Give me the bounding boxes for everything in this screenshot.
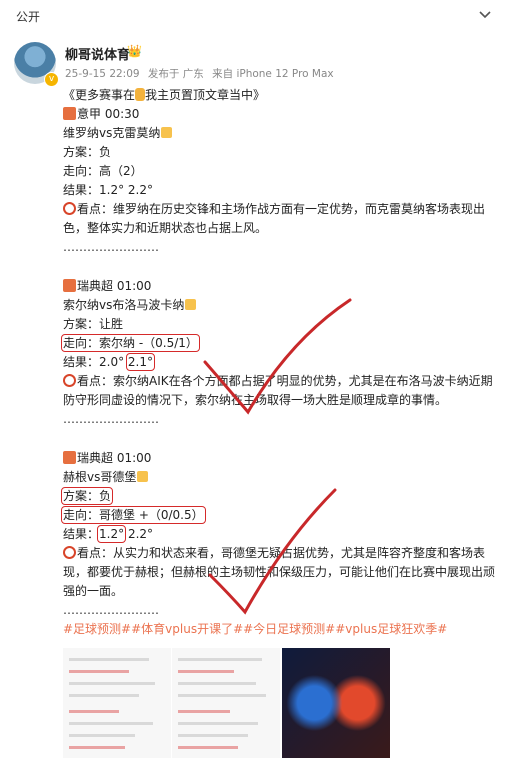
post-time: 25-9-15 22:09	[65, 68, 140, 80]
match3-plan-line: 方案：负	[60, 487, 495, 506]
match2-league-text: 瑞典超 01:00	[77, 279, 152, 293]
match1-teams: 维罗纳vs克雷莫纳	[63, 124, 495, 143]
match3-view: 看点：从实力和状态来看，哥德堡无疑占据优势，尤其是阵容齐整度和客场表现，都要优于…	[63, 544, 495, 601]
post-content: 《更多赛事在 我主页置顶文章当中》 意甲 00:30 维罗纳vs克雷莫纳 方案：负…	[60, 86, 495, 639]
match3-plan: 方案：负	[60, 487, 114, 505]
badge-icon	[161, 127, 173, 138]
divider-dots: ……………………	[63, 603, 159, 617]
post-device: 来自 iPhone 12 Pro Max	[212, 68, 334, 80]
visibility-label: 公开	[16, 10, 41, 24]
match2-league: 瑞典超 01:00	[63, 277, 495, 296]
post-meta: 25-9-15 22:09 发布于 广东 来自 iPhone 12 Pro Ma…	[65, 66, 339, 81]
intro-text-b: 我主页置顶文章当中》	[145, 88, 266, 102]
match2-result-b: 2.1°	[125, 353, 156, 371]
match2-result: 结果：2.0° 2.1°	[63, 353, 495, 372]
match2-teams-text: 索尔纳vs布洛马波卡纳	[63, 298, 185, 312]
post-location: 发布于 广东	[147, 68, 204, 80]
eye-icon	[63, 374, 76, 387]
author-name[interactable]: 柳哥说体育	[65, 44, 130, 63]
match2-plan: 方案：让胜	[63, 317, 124, 331]
match3-result-c: 2.2°	[127, 527, 154, 541]
match3-result-b: 1.2°	[97, 525, 127, 543]
match1-league-text: 意甲 00:30	[77, 107, 140, 121]
match2-trend: 走向：索尔纳 -（0.5/1）	[61, 334, 200, 352]
badge-icon	[185, 299, 197, 310]
match3-league: 瑞典超 01:00	[63, 449, 495, 468]
match3-teams-text: 赫根vs哥德堡	[63, 470, 137, 484]
eye-icon	[63, 202, 76, 215]
match2-view: 看点：索尔纳AIK在各个方面都占据了明显的优势，尤其是在布洛马波卡纳近期防守形同…	[63, 372, 495, 410]
match1-league: 意甲 00:30	[63, 105, 495, 124]
match1-view-text: 看点：维罗纳在历史交锋和主场作战方面有一定优势，而克雷莫纳客场表现出色，整体实力…	[63, 202, 486, 235]
match3-trend: 走向：哥德堡 +（0/0.5）	[61, 506, 206, 524]
flag-icon	[63, 451, 76, 464]
crown-icon: 👑	[127, 44, 142, 58]
divider-dots: ……………………	[63, 412, 159, 426]
vip-badge-icon: v	[44, 72, 59, 87]
intro-text-a: 《更多赛事在	[63, 88, 136, 102]
match2-view-text: 看点：索尔纳AIK在各个方面都占据了明显的优势，尤其是在布洛马波卡纳近期防守形同…	[63, 374, 493, 407]
match3-view-text: 看点：从实力和状态来看，哥德堡无疑占据优势，尤其是阵容齐整度和客场表现，都要优于…	[63, 546, 496, 598]
match2-result-a: 结果：2.0°	[63, 355, 125, 369]
eye-icon	[63, 546, 76, 559]
divider-dots: ……………………	[63, 240, 159, 254]
badge-icon	[137, 471, 149, 482]
match1-result: 结果：1.2° 2.2°	[63, 183, 153, 197]
flag-icon	[63, 107, 76, 120]
match3-result: 结果：1.2° 2.2°	[63, 525, 495, 544]
match1-trend: 走向：高（2）	[63, 164, 143, 178]
watermark: 微博	[477, 747, 496, 757]
hand-icon	[135, 88, 146, 101]
match3-league-text: 瑞典超 01:00	[77, 451, 152, 465]
thumbnail-image[interactable]	[63, 648, 171, 758]
match2-trend-line: 走向：索尔纳 -（0.5/1）	[61, 334, 495, 353]
chevron-down-icon[interactable]	[478, 8, 492, 22]
thumbnail-image[interactable]	[172, 648, 280, 758]
match1-view: 看点：维罗纳在历史交锋和主场作战方面有一定优势，而克雷莫纳客场表现出色，整体实力…	[63, 200, 495, 238]
match3-teams: 赫根vs哥德堡	[63, 468, 495, 487]
hashtags[interactable]: #足球预测##体育vplus开课了##今日足球预测##vplus足球狂欢季#	[63, 620, 495, 639]
match1-teams-text: 维罗纳vs克雷莫纳	[63, 126, 161, 140]
top-bar: 公开	[0, 0, 506, 32]
match3-trend-line: 走向：哥德堡 +（0/0.5）	[61, 506, 495, 525]
intro-line: 《更多赛事在 我主页置顶文章当中》	[63, 86, 495, 105]
flag-icon	[63, 279, 76, 292]
match3-result-a: 结果：	[63, 527, 100, 541]
thumbnail-image[interactable]	[282, 648, 390, 758]
match2-teams: 索尔纳vs布洛马波卡纳	[63, 296, 495, 315]
match1-plan: 方案：负	[63, 145, 112, 159]
